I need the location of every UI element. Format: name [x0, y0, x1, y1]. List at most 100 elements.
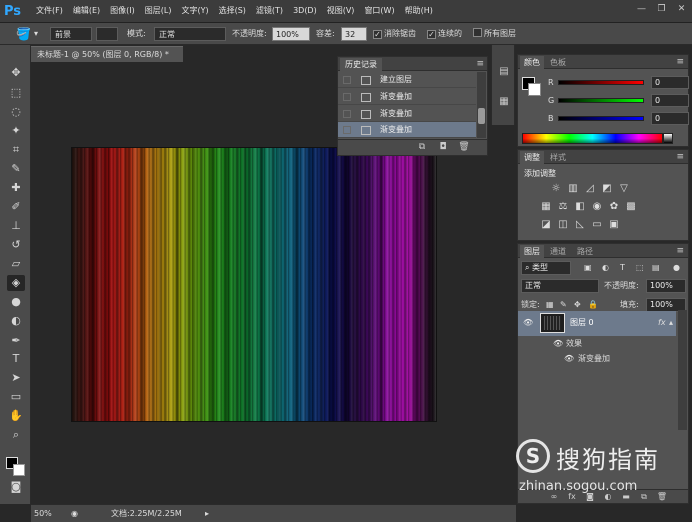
properties-panel-icon[interactable]: ▦	[497, 95, 511, 109]
scroll-thumb[interactable]	[478, 108, 485, 124]
hand-tool-icon[interactable]: ✋	[7, 408, 25, 424]
panel-menu-icon[interactable]: ≡	[676, 56, 684, 68]
filter-adjustment-icon[interactable]: ◐	[602, 261, 609, 275]
channel-mixer-icon[interactable]: ✿	[608, 201, 620, 213]
opacity-input[interactable]: 100%	[272, 27, 310, 41]
menu-type[interactable]: 文字(Y)	[181, 5, 208, 17]
menu-3d[interactable]: 3D(D)	[293, 5, 317, 17]
filter-shape-icon[interactable]: ⬚	[636, 261, 644, 275]
trash-icon[interactable]: 🗑	[458, 142, 470, 153]
camera-snapshot-icon[interactable]: ◘	[437, 142, 449, 153]
clone-stamp-icon[interactable]: ⊥	[7, 218, 25, 234]
layer-opacity-input[interactable]: 100%	[646, 279, 686, 293]
tab-channels[interactable]: 通道	[546, 245, 570, 258]
blend-mode-select[interactable]: 正常	[521, 279, 599, 293]
lock-all-icon[interactable]: 🔒	[588, 298, 598, 312]
zoom-tool-icon[interactable]: ⌕	[7, 427, 25, 443]
red-slider[interactable]: R 0	[548, 76, 689, 90]
effect-visibility-icon[interactable]: 👁	[564, 354, 574, 364]
menu-edit[interactable]: 编辑(E)	[73, 5, 100, 17]
photo-filter-icon[interactable]: ◉	[591, 201, 603, 213]
exposure-icon[interactable]: ◩	[601, 183, 613, 195]
selective-color-icon[interactable]: ▣	[608, 219, 620, 231]
menu-file[interactable]: 文件(F)	[36, 5, 63, 17]
blue-slider[interactable]: B 0	[548, 112, 689, 126]
status-menu-arrow-icon[interactable]: ▸	[205, 505, 209, 522]
eyedropper-icon[interactable]: ✎	[7, 161, 25, 177]
rectangle-tool-icon[interactable]: ▭	[7, 389, 25, 405]
filter-toggle-icon[interactable]: ●	[673, 261, 680, 275]
red-value-input[interactable]: 0	[651, 76, 689, 89]
close-button[interactable]: ✕	[673, 2, 690, 16]
antialias-checkbox[interactable]: ✓ 消除锯齿	[373, 27, 416, 41]
menu-image[interactable]: 图像(I)	[110, 5, 135, 17]
move-tool-icon[interactable]: ✥	[7, 65, 25, 81]
dodge-tool-icon[interactable]: ◐	[7, 313, 25, 329]
grayscale-ramp[interactable]	[663, 133, 673, 144]
menu-select[interactable]: 选择(S)	[219, 5, 246, 17]
panel-menu-icon[interactable]: ≡	[676, 245, 684, 257]
effects-row[interactable]: 👁 效果	[518, 337, 676, 351]
pattern-picker[interactable]	[96, 27, 118, 41]
lock-position-icon[interactable]: ✥	[574, 298, 581, 312]
blur-tool-icon[interactable]: ●	[7, 294, 25, 310]
healing-brush-icon[interactable]: ✚	[7, 180, 25, 196]
collapse-arrow-icon[interactable]: ▴	[669, 316, 673, 330]
hue-saturation-icon[interactable]: ▦	[540, 201, 552, 213]
menu-view[interactable]: 视图(V)	[327, 5, 355, 17]
color-lookup-icon[interactable]: ▩	[625, 201, 637, 213]
menu-layer[interactable]: 图层(L)	[145, 5, 172, 17]
contiguous-checkbox[interactable]: ✓ 连续的	[427, 27, 462, 41]
tab-swatches[interactable]: 色板	[546, 56, 570, 69]
history-scrollbar[interactable]	[477, 72, 486, 138]
history-tab[interactable]: 历史记录	[340, 58, 382, 71]
tab-color[interactable]: 颜色	[520, 56, 544, 69]
brush-tool-icon[interactable]: ✐	[7, 199, 25, 215]
menu-filter[interactable]: 滤镜(T)	[256, 5, 283, 17]
tab-adjustments[interactable]: 调整	[520, 151, 544, 164]
zoom-level[interactable]: 50%	[34, 505, 52, 522]
crop-tool-icon[interactable]: ⌗	[7, 142, 25, 158]
eraser-icon[interactable]: ▱	[7, 256, 25, 272]
mode-select[interactable]: 正常	[154, 27, 226, 41]
marquee-tool-icon[interactable]: ⬚	[7, 85, 25, 101]
filter-smart-icon[interactable]: ▤	[652, 261, 660, 275]
gradient-map-icon[interactable]: ▭	[591, 219, 603, 231]
visibility-eye-icon[interactable]: 👁	[523, 318, 533, 328]
brightness-contrast-icon[interactable]: ☼	[550, 183, 562, 195]
color-spectrum-bar[interactable]	[522, 133, 663, 144]
lock-image-icon[interactable]: ✎	[560, 298, 567, 312]
effects-visibility-icon[interactable]: 👁	[553, 339, 563, 349]
tolerance-input[interactable]: 32	[341, 27, 367, 41]
rainbow-gradient-image[interactable]	[72, 148, 436, 421]
menu-help[interactable]: 帮助(H)	[405, 5, 433, 17]
quick-mask-icon[interactable]: ◙	[7, 479, 25, 495]
vibrance-icon[interactable]: ▽	[618, 183, 630, 195]
invert-icon[interactable]: ◪	[540, 219, 552, 231]
fill-source-select[interactable]: 前景	[50, 27, 92, 41]
threshold-icon[interactable]: ◺	[574, 219, 586, 231]
tab-layers[interactable]: 图层	[520, 245, 544, 258]
green-slider[interactable]: G 0	[548, 94, 689, 108]
history-panel-icon[interactable]: ▤	[497, 65, 511, 79]
color-balance-icon[interactable]: ⚖	[557, 201, 569, 213]
magic-wand-icon[interactable]: ✦	[7, 123, 25, 139]
layer-filter-select[interactable]: ⌕ 类型	[521, 261, 571, 275]
paint-bucket-icon[interactable]: 🪣	[16, 27, 31, 41]
restore-button[interactable]: ❐	[653, 2, 670, 16]
tab-paths[interactable]: 路径	[573, 245, 597, 258]
history-item[interactable]: 渐变叠加	[338, 89, 476, 105]
layers-scrollbar[interactable]	[678, 310, 687, 430]
effect-item-row[interactable]: 👁 渐变叠加	[518, 352, 676, 366]
posterize-icon[interactable]: ◫	[557, 219, 569, 231]
new-document-from-state-icon[interactable]: ⧉	[416, 142, 428, 153]
minimize-button[interactable]: —	[633, 2, 650, 16]
panel-menu-icon[interactable]: ≡	[476, 58, 484, 70]
green-value-input[interactable]: 0	[651, 94, 689, 107]
black-white-icon[interactable]: ◧	[574, 201, 586, 213]
levels-icon[interactable]: ▥	[567, 183, 579, 195]
filter-type-icon[interactable]: T	[620, 261, 625, 275]
lock-transparent-icon[interactable]: ▦	[546, 298, 554, 312]
layer-name[interactable]: 图层 0	[570, 316, 594, 330]
background-color-swatch[interactable]	[13, 464, 25, 476]
